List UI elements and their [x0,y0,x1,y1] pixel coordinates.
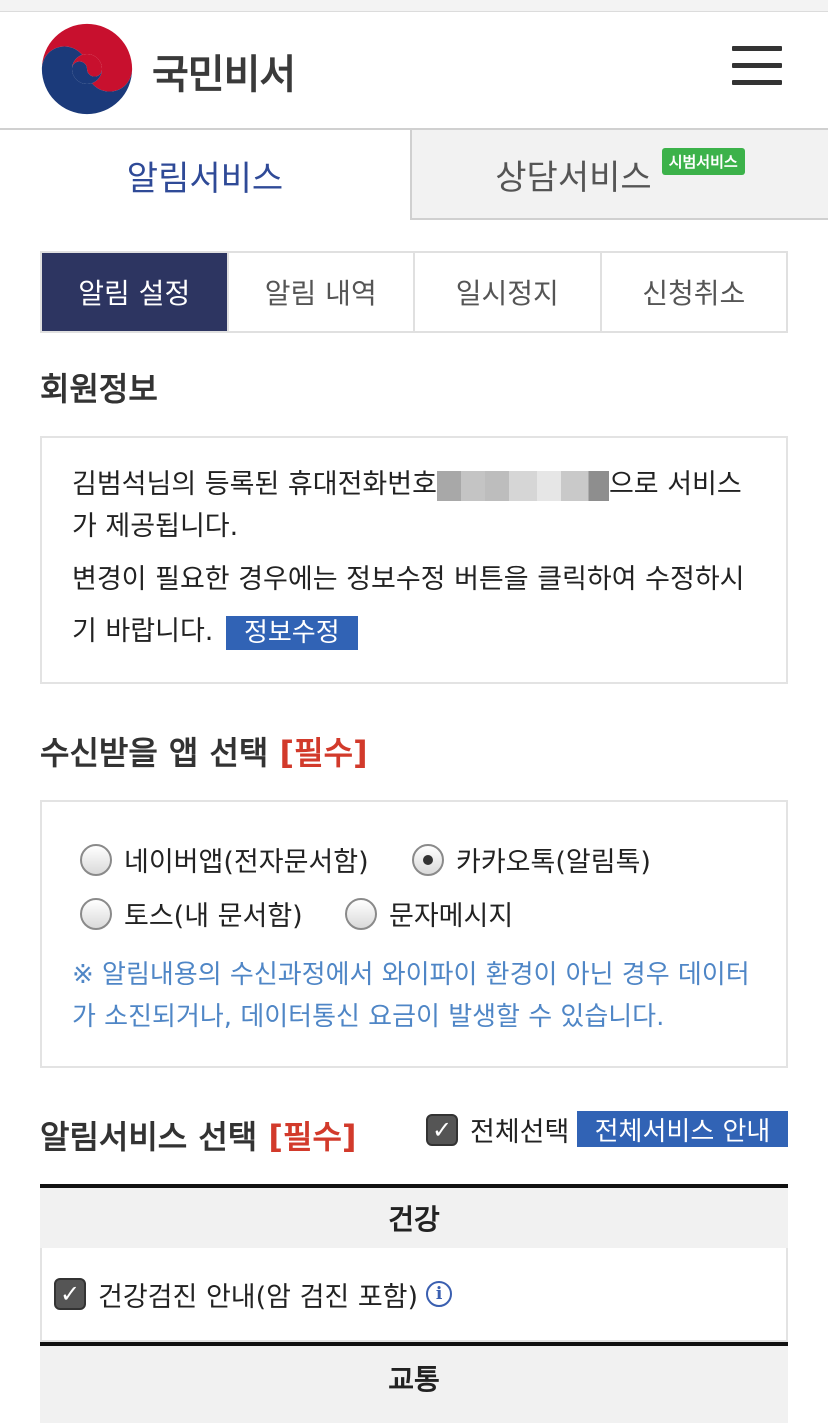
radio-naver-label: 네이버앱(전자문서함) [124,847,369,878]
service-select-title-text: 알림서비스 선택 [40,1118,258,1156]
app-select-title: 수신받을 앱 선택 [필수] [40,728,368,774]
radio-unchecked-icon[interactable] [80,843,112,876]
subtab-alert-settings[interactable]: 알림 설정 [42,253,227,331]
header: 국민비서 [0,12,828,128]
radio-toss-label: 토스(내 문서함) [124,901,303,932]
checkbox-checked-icon[interactable]: ✓ [426,1113,458,1146]
hamburger-menu-icon[interactable] [732,46,782,86]
edit-guide-text: 변경이 필요한 경우에는 정보수정 버튼을 클릭하여 수정하시기 바랍니다. [72,564,745,647]
app-select-title-text: 수신받을 앱 선택 [40,734,269,772]
subtab-cancel-subscription[interactable]: 신청취소 [599,253,787,331]
browser-top-strip [0,0,828,12]
checkbox-checked-icon[interactable]: ✓ [54,1278,86,1310]
radio-unchecked-icon[interactable] [80,897,112,930]
category-header-health: 건강 [40,1184,788,1248]
radio-checked-icon[interactable] [412,843,444,876]
radio-sms[interactable]: 문자메시지 [345,894,513,933]
main-tabs: 알림서비스 상담서비스 시범서비스 [0,128,828,220]
service-item-label: 건강검진 안내(암 검진 포함) [98,1281,419,1313]
edit-info-button[interactable]: 정보수정 [225,615,358,650]
radio-kakaotalk[interactable]: 카카오톡(알림톡) [412,840,651,879]
subtab-pause[interactable]: 일시정지 [413,253,600,331]
radio-naver-app[interactable]: 네이버앱(전자문서함) [80,840,369,879]
tab-consult-service-label: 상담서비스 [495,157,652,198]
member-info-text-2: 변경이 필요한 경우에는 정보수정 버튼을 클릭하여 수정하시기 바랍니다. 정… [72,554,756,658]
service-select-title: 알림서비스 선택 [필수] [40,1112,357,1158]
radio-toss[interactable]: 토스(내 문서함) [80,894,303,933]
phone-text-before: 김범석님의 등록된 휴대전화번호 [72,469,437,500]
tab-alert-service[interactable]: 알림서비스 [0,128,412,220]
category-header-traffic: 교통 [40,1342,788,1423]
radio-unchecked-icon[interactable] [345,897,377,930]
select-all-label: 전체선택 [470,1117,570,1148]
government-emblem-logo[interactable] [40,22,134,116]
required-mark: [필수] [279,734,368,772]
member-info-text-1: 김범석님의 등록된 휴대전화번호 으로 서비스가 제공됩니다. [72,464,756,548]
sub-tabs: 알림 설정 알림 내역 일시정지 신청취소 [40,251,788,333]
brand-name[interactable]: 국민비서 [152,42,296,100]
tab-consult-service[interactable]: 상담서비스 시범서비스 [412,128,828,220]
service-item-health-checkup[interactable]: ✓ 건강검진 안내(암 검진 포함) i [40,1248,788,1342]
member-info-box: 김범석님의 등록된 휴대전화번호 으로 서비스가 제공됩니다. 변경이 필요한 경… [40,436,788,684]
app-select-box: 네이버앱(전자문서함) 카카오톡(알림톡) 토스(내 문서함) 문자메시지 ※ … [40,800,788,1068]
tab-alert-service-label: 알림서비스 [126,158,284,199]
pilot-service-badge: 시범서비스 [661,147,745,175]
subtab-alert-history[interactable]: 알림 내역 [226,253,414,331]
data-charge-notice: ※ 알림내용의 수신과정에서 와이파이 환경이 아닌 경우 데이터가 소진되거나… [72,960,750,1032]
required-mark: [필수] [268,1118,357,1156]
member-info-title: 회원정보 [40,370,158,408]
masked-phone-number [436,470,609,501]
select-all-checkbox[interactable]: ✓ 전체선택 [426,1110,569,1149]
radio-kakaotalk-label: 카카오톡(알림톡) [456,847,651,878]
info-icon[interactable]: i [426,1281,453,1307]
all-services-guide-button[interactable]: 전체서비스 안내 [577,1111,788,1147]
radio-sms-label: 문자메시지 [389,901,514,932]
